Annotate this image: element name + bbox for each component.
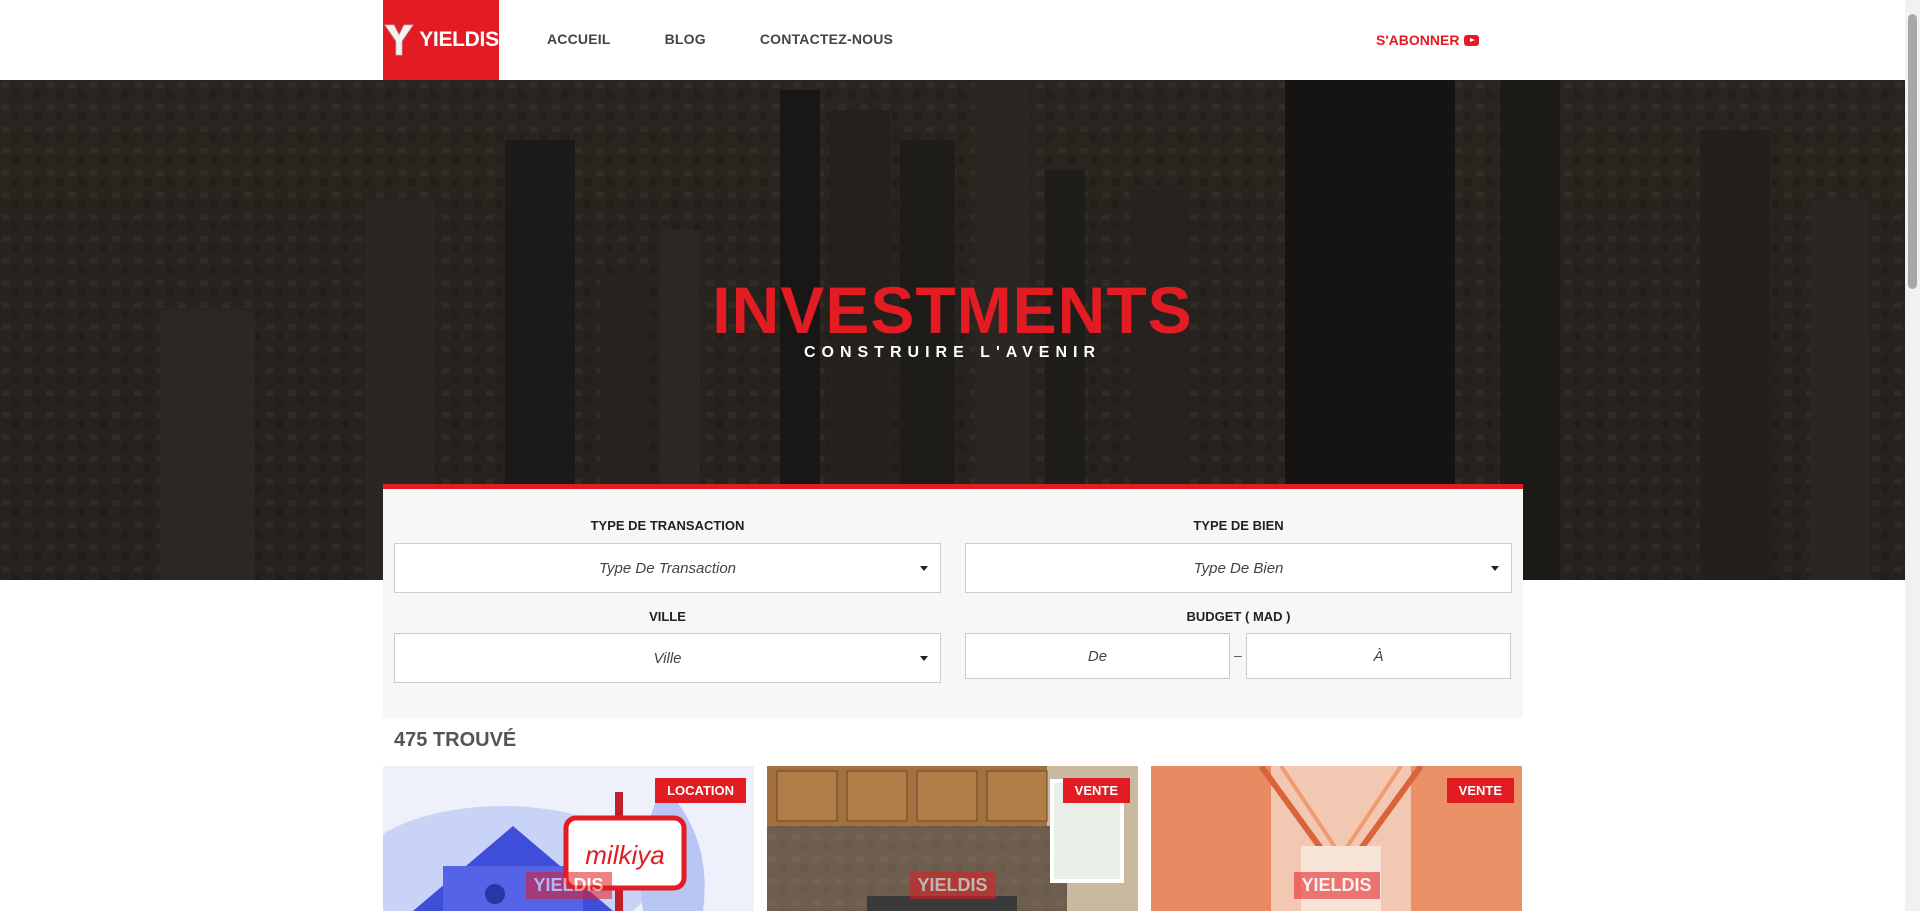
city-label: VILLE <box>649 609 686 624</box>
search-panel: TYPE DE TRANSACTION Type De Transaction … <box>383 484 1523 718</box>
transaction-type-label: TYPE DE TRANSACTION <box>590 518 745 533</box>
nav-contact[interactable]: CONTACTEZ-NOUS <box>760 31 893 47</box>
hero-subtitle: CONSTRUIRE L'AVENIR <box>803 344 1102 361</box>
property-type-value: Type De Bien <box>1193 559 1284 577</box>
watermark-text: YIELDIS <box>1301 875 1372 895</box>
yieldis-watermark: YIELDIS <box>1293 872 1380 899</box>
property-type-select[interactable]: Type De Bien <box>965 543 1512 593</box>
listing-badge: LOCATION <box>655 778 746 803</box>
results-count: 475 TROUVÉ <box>394 729 517 751</box>
site-header: YIELDIS ACCUEIL BLOG CONTACTEZ-NOUS S'AB… <box>0 0 1905 80</box>
listing-card[interactable]: VENTE YIELDIS <box>1151 766 1522 911</box>
transaction-type-select[interactable]: Type De Transaction <box>394 543 941 593</box>
chevron-down-icon <box>920 656 928 661</box>
listing-badge: VENTE <box>1062 778 1130 803</box>
transaction-type-value: Type De Transaction <box>599 559 736 577</box>
scrollbar-thumb[interactable] <box>1908 14 1917 289</box>
budget-separator: – <box>1234 647 1242 663</box>
page-scrollbar[interactable] <box>1905 0 1920 911</box>
nav-blog[interactable]: BLOG <box>665 31 706 47</box>
subscribe-button[interactable]: S'ABONNER <box>1376 32 1480 48</box>
listing-badge: VENTE <box>1446 778 1514 803</box>
listing-card[interactable]: VENTE YIELDIS <box>767 766 1138 911</box>
property-type-label: TYPE DE BIEN <box>1193 518 1284 533</box>
youtube-icon <box>1464 34 1480 46</box>
nav-accueil[interactable]: ACCUEIL <box>547 31 611 47</box>
chevron-down-icon <box>920 566 928 571</box>
watermark-text: YIELDIS <box>533 875 604 895</box>
hero-title: INVESTMENTS <box>712 273 1193 347</box>
subscribe-label: S'ABONNER <box>1376 32 1460 48</box>
budget-label: BUDGET ( MAD ) <box>1186 609 1291 624</box>
site-logo[interactable]: YIELDIS <box>383 0 499 80</box>
yieldis-watermark: YIELDIS <box>525 872 612 899</box>
listing-card[interactable]: milkiya LOCATION YIELDIS <box>383 766 754 911</box>
budget-to-input[interactable] <box>1246 633 1511 679</box>
city-select[interactable]: Ville <box>394 633 941 683</box>
main-nav: ACCUEIL BLOG CONTACTEZ-NOUS <box>547 31 947 47</box>
chevron-down-icon <box>1491 566 1499 571</box>
logo-y-icon <box>384 24 414 56</box>
city-value: Ville <box>653 649 682 667</box>
watermark-text: YIELDIS <box>917 875 988 895</box>
budget-from-input[interactable] <box>965 633 1230 679</box>
yieldis-watermark: YIELDIS <box>909 872 996 899</box>
milkiya-sign-text: milkiya <box>585 840 664 870</box>
logo-text: YIELDIS <box>419 28 499 51</box>
